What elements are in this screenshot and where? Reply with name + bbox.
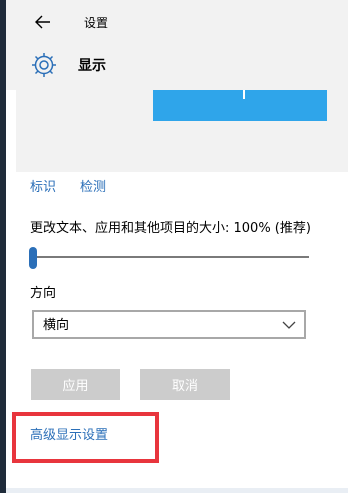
scale-slider[interactable]	[33, 256, 309, 258]
back-arrow-icon[interactable]	[34, 14, 52, 30]
title-bar: 设置	[6, 0, 348, 45]
detect-link[interactable]: 检测	[80, 180, 106, 196]
page-header: 显示	[6, 45, 348, 90]
monitor-notch	[243, 90, 245, 99]
orientation-select[interactable]: 横向	[32, 310, 306, 339]
gear-icon	[32, 53, 56, 77]
identify-link[interactable]: 标识	[30, 180, 56, 196]
orientation-label: 方向	[30, 286, 57, 301]
apply-button[interactable]: 应用	[31, 369, 120, 400]
window-title: 设置	[84, 16, 109, 30]
bottom-strip	[6, 488, 348, 493]
scale-slider-thumb[interactable]	[29, 247, 37, 269]
display-preview	[16, 90, 348, 172]
chevron-down-icon	[282, 321, 296, 329]
orientation-selected-value: 横向	[43, 318, 70, 333]
page-title: 显示	[78, 58, 106, 74]
monitor-1[interactable]	[153, 90, 327, 121]
scale-label: 更改文本、应用和其他项目的大小: 100% (推荐)	[30, 221, 311, 236]
cancel-button[interactable]: 取消	[140, 369, 230, 400]
highlight-box	[12, 412, 159, 463]
